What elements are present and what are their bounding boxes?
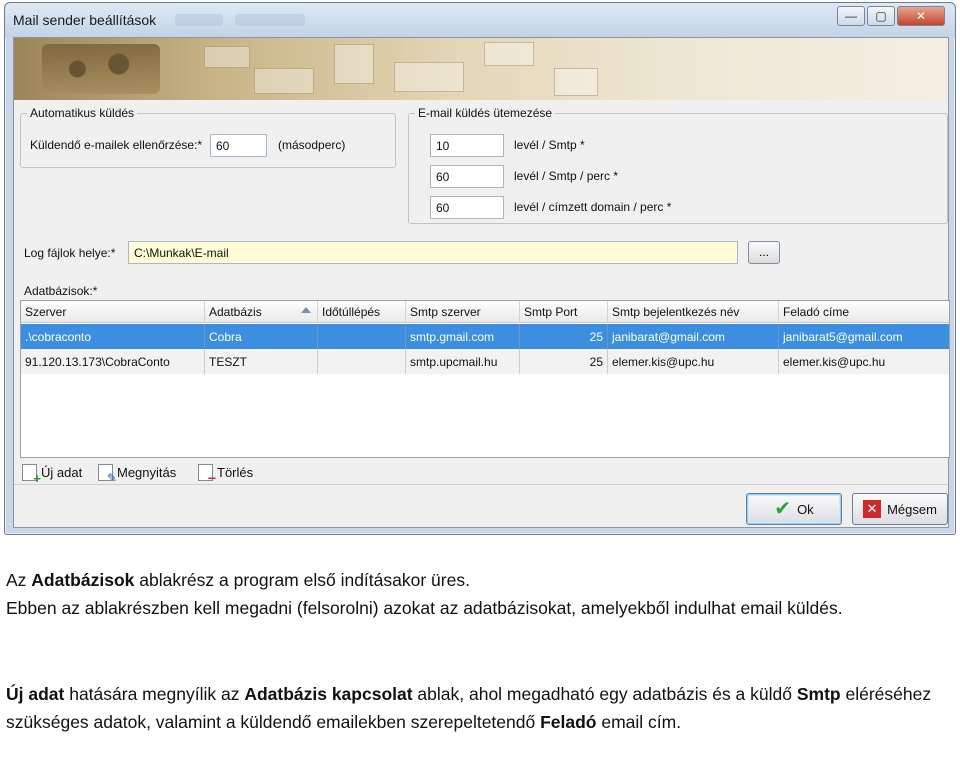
banner-tile <box>254 68 314 94</box>
open-record-label: Megnyitás <box>117 464 177 480</box>
cell-server: 91.120.13.173\CobraConto <box>21 349 205 374</box>
per-domain-per-minute-label: levél / címzett domain / perc * <box>514 200 672 214</box>
description-text: Az <box>6 570 32 590</box>
databases-grid[interactable]: Szerver Adatbázis Időtúllépés Smtp szerv… <box>20 300 950 458</box>
maximize-button[interactable]: ▢ <box>867 6 895 26</box>
edit-document-icon <box>98 463 117 485</box>
auto-send-group: Automatikus küldés <box>20 106 396 168</box>
per-smtp-per-minute-label: levél / Smtp / perc * <box>514 169 619 183</box>
delete-record-button[interactable]: Törlés <box>198 461 254 486</box>
column-header-database[interactable]: Adatbázis <box>205 301 318 323</box>
cell-timeout <box>318 324 406 349</box>
description-text: Ebben az ablakrészben kell megadni (fels… <box>6 598 843 618</box>
check-interval-unit: (másodperc) <box>278 138 346 152</box>
column-header-smtp-login[interactable]: Smtp bejelentkezés név <box>608 301 779 323</box>
log-path-field[interactable]: C:\Munkak\E-mail <box>128 241 738 264</box>
maximize-icon: ▢ <box>875 9 887 23</box>
minimize-icon: — <box>845 9 857 23</box>
cell-server: .\cobraconto <box>21 324 205 349</box>
check-icon: ✔ <box>774 498 792 520</box>
title-bar-ghost <box>175 14 223 26</box>
description-emphasis: Adatbázisok <box>31 570 135 590</box>
description-text: email cím. <box>596 712 682 732</box>
column-header-smtp-port[interactable]: Smtp Port <box>520 301 608 323</box>
description-paragraph-1: Az Adatbázisok ablakrész a program első … <box>6 566 954 622</box>
column-header-server[interactable]: Szerver <box>21 301 205 323</box>
footer-divider <box>14 484 948 485</box>
per-smtp-per-minute-field[interactable]: 60 <box>430 165 504 188</box>
cell-database: Cobra <box>205 324 318 349</box>
cell-timeout <box>318 349 406 374</box>
description-emphasis: Adatbázis kapcsolat <box>244 684 413 704</box>
cell-smtp-port: 25 <box>520 349 608 374</box>
description-paragraph-2: Új adat hatására megnyílik az Adatbázis … <box>6 680 954 736</box>
cell-smtp-server: smtp.upcmail.hu <box>406 349 520 374</box>
sort-ascending-icon <box>301 307 311 313</box>
column-header-sender[interactable]: Feladó címe <box>779 301 950 323</box>
check-interval-label: Küldendő e-mailek ellenőrzése:* <box>30 138 203 152</box>
databases-label: Adatbázisok:* <box>24 284 98 298</box>
description-text: ablak, ahol megadható egy adatbázis és a… <box>412 684 797 704</box>
column-header-smtp-server[interactable]: Smtp szerver <box>406 301 520 323</box>
close-icon: ✕ <box>915 9 927 23</box>
cell-smtp-port: 25 <box>520 324 608 349</box>
cell-smtp-login: elemer.kis@upc.hu <box>608 349 779 374</box>
cancel-button-label: Mégsem <box>887 501 937 517</box>
ok-button[interactable]: ✔ Ok <box>746 493 842 525</box>
delete-document-icon <box>198 463 216 486</box>
auto-send-legend: Automatikus küldés <box>30 106 135 120</box>
browse-button[interactable]: ... <box>748 241 780 264</box>
new-record-button[interactable]: Új adat <box>22 461 83 486</box>
close-button[interactable]: ✕ <box>897 6 945 26</box>
grid-header: Szerver Adatbázis Időtúllépés Smtp szerv… <box>21 301 949 323</box>
description-text: ablakrész a program első indításakor üre… <box>134 570 470 590</box>
banner-tile <box>204 46 250 68</box>
header-banner <box>14 38 948 100</box>
description-text: hatására megnyílik az <box>64 684 245 704</box>
minimize-button[interactable]: — <box>837 6 865 26</box>
cancel-x-icon: ✕ <box>863 500 882 518</box>
banner-tile <box>484 42 534 66</box>
column-header-database-label: Adatbázis <box>209 305 262 319</box>
description-emphasis: Új adat <box>6 684 65 704</box>
ok-button-label: Ok <box>797 501 814 517</box>
description-emphasis: Feladó <box>540 712 597 732</box>
cell-smtp-login: janibarat@gmail.com <box>608 324 779 349</box>
title-bar-ghost <box>235 14 305 26</box>
add-document-icon <box>22 463 41 486</box>
cell-smtp-server: smtp.gmail.com <box>406 324 520 349</box>
banner-tile <box>334 44 374 84</box>
window-title: Mail sender beállítások <box>13 12 157 28</box>
logo-image <box>42 44 160 94</box>
per-domain-per-minute-field[interactable]: 60 <box>430 196 504 219</box>
per-smtp-field[interactable]: 10 <box>430 134 504 157</box>
banner-tile <box>554 68 598 96</box>
window-client-area: Automatikus küldés Küldendő e-mailek ell… <box>13 37 950 528</box>
mail-sender-settings-window: Mail sender beállítások — ▢ ✕ Automatiku… <box>4 2 956 535</box>
check-interval-field[interactable]: 60 <box>210 134 267 157</box>
delete-record-label: Törlés <box>217 464 254 480</box>
new-record-label: Új adat <box>41 464 83 480</box>
open-record-button[interactable]: Megnyitás <box>98 461 177 485</box>
cell-sender: elemer.kis@upc.hu <box>783 355 886 369</box>
column-header-timeout[interactable]: Időtúllépés <box>318 301 406 323</box>
table-row[interactable]: .\cobraconto Cobra smtp.gmail.com 25 jan… <box>21 324 949 349</box>
banner-tile <box>394 62 464 92</box>
description-emphasis: Smtp <box>796 684 841 704</box>
log-path-label: Log fájlok helye:* <box>24 246 116 260</box>
per-smtp-label: levél / Smtp * <box>514 138 585 152</box>
send-schedule-legend: E-mail küldés ütemezése <box>418 106 553 120</box>
cell-sender: janibarat5@gmail.com <box>783 330 903 344</box>
cancel-button[interactable]: ✕ Mégsem <box>852 493 948 525</box>
title-bar[interactable]: Mail sender beállítások — ▢ ✕ <box>5 3 955 37</box>
cell-database: TESZT <box>205 349 318 374</box>
table-row[interactable]: 91.120.13.173\CobraConto TESZT smtp.upcm… <box>21 349 949 374</box>
